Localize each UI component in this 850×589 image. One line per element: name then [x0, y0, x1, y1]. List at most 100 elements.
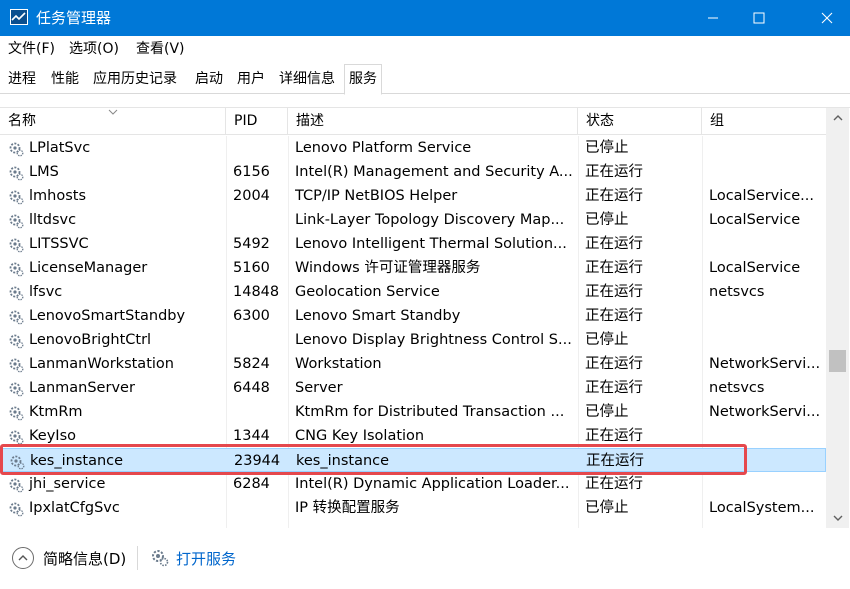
service-status: 正在运行: [585, 428, 643, 444]
service-status: 正在运行: [585, 164, 643, 180]
service-name: LITSSVC: [29, 236, 89, 252]
service-pid: [233, 496, 287, 520]
table-row[interactable]: jhi_service 6284 Intel(R) Dynamic Applicat…: [0, 472, 826, 496]
service-description: Workstation: [295, 356, 382, 372]
column-header-pid[interactable]: PID: [226, 108, 288, 135]
column-header-description[interactable]: 描述: [288, 108, 578, 135]
service-pid: 23944: [234, 453, 281, 469]
service-name: lmhosts: [29, 188, 87, 204]
table-row[interactable]: LPlatSvc Lenovo Platform Service 已停止: [0, 136, 826, 160]
service-name-cell: IpxlatCfgSvc: [8, 496, 226, 520]
menu-view[interactable]: 查看(V): [136, 40, 185, 58]
service-pid: 6284: [233, 476, 270, 492]
table-row[interactable]: lltdsvc Link-Layer Topology Discovery Map…: [0, 208, 826, 232]
table-row[interactable]: lmhosts 2004 TCP/IP NetBIOS Helper 正在运行 Loca…: [0, 184, 826, 208]
service-group: netsvcs: [709, 380, 765, 396]
service-group: LocalService: [709, 212, 801, 228]
service-gear-icon: [8, 261, 24, 277]
service-name-cell: KeyIso: [8, 424, 226, 448]
fewer-details-button[interactable]: 简略信息(D): [12, 546, 126, 570]
table-row[interactable]: LicenseManager 5160 Windows 许可证管理器服务 正在运行 Lo…: [0, 256, 826, 280]
service-group: netsvcs: [709, 284, 765, 300]
service-group: [710, 449, 826, 473]
service-group: LocalService...: [709, 188, 814, 204]
service-status: 已停止: [585, 404, 629, 420]
open-services-link[interactable]: 打开服务: [150, 547, 236, 569]
service-status: 正在运行: [585, 284, 643, 300]
service-description: Geolocation Service: [295, 284, 440, 300]
title-bar: 任务管理器: [0, 0, 850, 36]
menu-options[interactable]: 选项(O): [69, 40, 119, 58]
close-button[interactable]: [804, 0, 850, 36]
service-status: 正在运行: [585, 476, 643, 492]
maximize-button[interactable]: [736, 0, 782, 36]
table-row[interactable]: IpxlatCfgSvc IP 转换配置服务 已停止 LocalSystem...: [0, 496, 826, 520]
service-gear-icon: [8, 285, 24, 301]
service-group: [709, 136, 825, 160]
tab-processes[interactable]: 进程: [4, 67, 40, 93]
table-row[interactable]: LenovoBrightCtrl Lenovo Display Brightnes…: [0, 328, 826, 352]
service-gear-icon: [8, 189, 24, 205]
tab-services[interactable]: 服务: [344, 64, 382, 95]
service-description: Lenovo Platform Service: [295, 140, 472, 156]
table-row[interactable]: lfsvc 14848 Geolocation Service 正在运行 netsvcs: [0, 280, 826, 304]
vertical-scrollbar[interactable]: [826, 108, 849, 528]
menu-file[interactable]: 文件(F): [8, 40, 55, 58]
service-name: lfsvc: [29, 284, 63, 300]
service-gear-icon: [8, 477, 24, 493]
services-table: 名称 PID 描述 状态 组 LPlatSvc Lenovo Platform S…: [0, 107, 850, 528]
column-header-name[interactable]: 名称: [0, 108, 226, 135]
sort-ascending-icon: [108, 109, 118, 115]
service-name-cell: LITSSVC: [8, 232, 226, 256]
table-header: 名称 PID 描述 状态 组: [0, 108, 826, 135]
table-row[interactable]: LanmanServer 6448 Server 正在运行 netsvcs: [0, 376, 826, 400]
footer-divider: [137, 546, 138, 570]
service-group: [709, 232, 825, 256]
service-gear-icon: [8, 357, 24, 373]
service-name-cell: jhi_service: [8, 472, 226, 496]
scroll-up-button[interactable]: [826, 108, 849, 128]
column-header-group[interactable]: 组: [702, 108, 826, 135]
minimize-button[interactable]: [690, 0, 736, 36]
tab-performance[interactable]: 性能: [47, 67, 83, 93]
service-name-cell: LMS: [8, 160, 226, 184]
table-row[interactable]: LITSSVC 5492 Lenovo Intelligent Thermal So…: [0, 232, 826, 256]
service-name-cell: LanmanWorkstation: [8, 352, 226, 376]
table-row[interactable]: KeyIso 1344 CNG Key Isolation 正在运行: [0, 424, 826, 448]
service-status: 正在运行: [585, 260, 643, 276]
service-status: 已停止: [585, 140, 629, 156]
service-pid: 2004: [233, 188, 270, 204]
tab-startup[interactable]: 启动: [191, 67, 227, 93]
service-pid: 5160: [233, 260, 270, 276]
table-row[interactable]: LMS 6156 Intel(R) Management and Security …: [0, 160, 826, 184]
table-row[interactable]: KtmRm KtmRm for Distributed Transaction .…: [0, 400, 826, 424]
column-header-status[interactable]: 状态: [578, 108, 702, 135]
open-services-label: 打开服务: [176, 549, 237, 568]
service-name-cell: lfsvc: [8, 280, 226, 304]
service-pid: 1344: [233, 428, 270, 444]
service-gear-icon: [8, 213, 24, 229]
table-row-selected[interactable]: kes_instance 23944 kes_instance 正在运行: [0, 448, 826, 472]
service-name-cell: LenovoBrightCtrl: [8, 328, 226, 352]
table-row[interactable]: LenovoSmartStandby 6300 Lenovo Smart Stand…: [0, 304, 826, 328]
service-name: LicenseManager: [29, 260, 148, 276]
column-header-name-label: 名称: [8, 113, 36, 129]
service-name: LanmanServer: [29, 380, 135, 396]
service-group: LocalService: [709, 260, 801, 276]
scroll-thumb[interactable]: [829, 350, 846, 372]
service-description: Lenovo Display Brightness Control S...: [295, 332, 572, 348]
service-name: LanmanWorkstation: [29, 356, 174, 372]
service-pid: 14848: [233, 284, 280, 300]
service-name-cell: LPlatSvc: [8, 136, 226, 160]
scroll-down-button[interactable]: [826, 508, 849, 528]
service-name-cell: LenovoSmartStandby: [8, 304, 226, 328]
tab-details[interactable]: 详细信息: [275, 67, 339, 93]
service-gear-icon: [8, 381, 24, 397]
window-title: 任务管理器: [36, 9, 112, 27]
service-status: 已停止: [585, 212, 629, 228]
tab-app-history[interactable]: 应用历史记录: [89, 67, 181, 93]
service-name-cell: kes_instance: [9, 449, 227, 473]
service-pid: 6300: [233, 308, 270, 324]
table-row[interactable]: LanmanWorkstation 5824 Workstation 正在运行 Netw…: [0, 352, 826, 376]
tab-users[interactable]: 用户: [233, 67, 269, 93]
